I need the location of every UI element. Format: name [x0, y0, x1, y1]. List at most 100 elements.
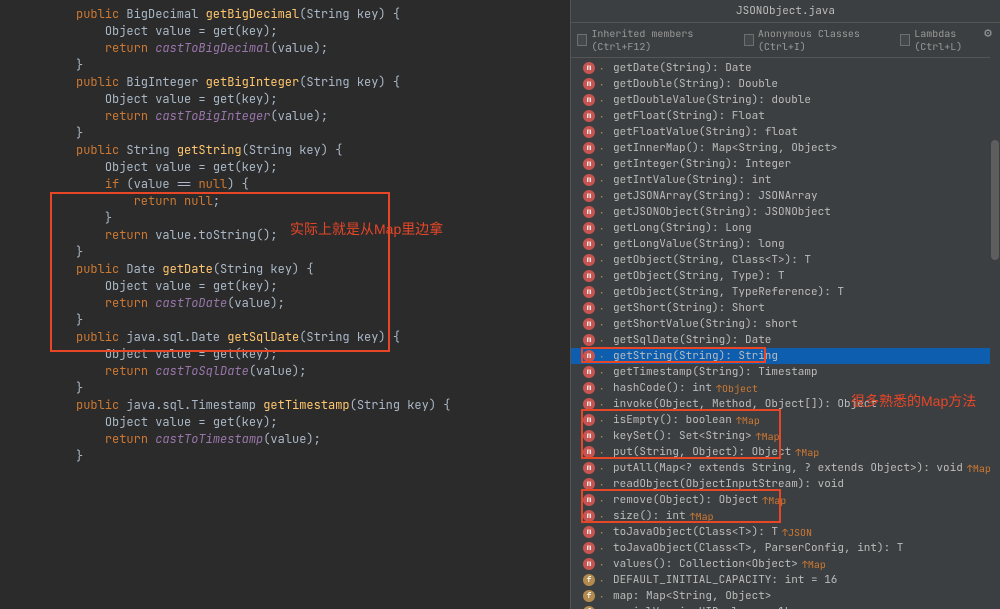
member-name: serialVersionUID: long = 1L — [613, 605, 791, 609]
tree-row[interactable]: ·DEFAULT_INITIAL_CAPACITY: int = 16 — [571, 572, 1000, 588]
code-line[interactable]: } — [6, 448, 570, 465]
tree-row[interactable]: ·readObject(ObjectInputStream): void — [571, 476, 1000, 492]
code-editor[interactable]: public BigDecimal getBigDecimal(String k… — [0, 0, 570, 609]
lock-icon: · — [599, 207, 609, 217]
code-line[interactable]: return value.toString(); — [6, 227, 570, 244]
structure-title: JSONObject.java — [571, 0, 1000, 23]
code-line[interactable]: } — [6, 57, 570, 74]
member-name: getTimestamp(String): Timestamp — [613, 365, 818, 379]
code-line[interactable]: Object value = get(key); — [6, 159, 570, 176]
member-name: getDate(String): Date — [613, 61, 752, 75]
code-line[interactable]: Object value = get(key); — [6, 414, 570, 431]
lock-icon: · — [599, 447, 609, 457]
member-name: getJSONObject(String): JSONObject — [613, 205, 831, 219]
member-name: getJSONArray(String): JSONArray — [613, 189, 818, 203]
method-icon — [583, 270, 595, 282]
tree-row[interactable]: ·toJavaObject(Class<T>): T ↑JSON — [571, 524, 1000, 540]
tree-row[interactable]: ·serialVersionUID: long = 1L — [571, 604, 1000, 609]
tree-row[interactable]: ·getIntValue(String): int — [571, 172, 1000, 188]
tree-row[interactable]: ·getShort(String): Short — [571, 300, 1000, 316]
lock-icon: · — [599, 303, 609, 313]
method-icon — [583, 174, 595, 186]
tree-row[interactable]: ·toJavaObject(Class<T>, ParserConfig, in… — [571, 540, 1000, 556]
method-icon — [583, 254, 595, 266]
code-line[interactable]: Object value = get(key); — [6, 91, 570, 108]
tree-row[interactable]: ·size(): int ↑Map — [571, 508, 1000, 524]
filter-lambdas[interactable]: Lambdas (Ctrl+L) — [900, 27, 994, 53]
tree-row[interactable]: ·getDouble(String): Double — [571, 76, 1000, 92]
tree-row[interactable]: ·getSqlDate(String): Date — [571, 332, 1000, 348]
code-line[interactable]: return null; — [6, 193, 570, 210]
lock-icon: · — [599, 591, 609, 601]
code-line[interactable]: Object value = get(key); — [6, 346, 570, 363]
tree-row[interactable]: ·remove(Object): Object ↑Map — [571, 492, 1000, 508]
member-name: getLongValue(String): long — [613, 237, 785, 251]
tree-row[interactable]: ·getTimestamp(String): Timestamp — [571, 364, 1000, 380]
code-line[interactable]: public java.sql.Timestamp getTimestamp(S… — [6, 397, 570, 414]
tree-row[interactable]: ·getJSONArray(String): JSONArray — [571, 188, 1000, 204]
override-label: ↑Map — [690, 510, 714, 523]
lock-icon: · — [599, 559, 609, 569]
code-line[interactable]: public BigInteger getBigInteger(String k… — [6, 74, 570, 91]
method-icon — [583, 318, 595, 330]
tree-row[interactable]: ·getDoubleValue(String): double — [571, 92, 1000, 108]
member-name: getFloat(String): Float — [613, 109, 765, 123]
lock-icon: · — [599, 383, 609, 393]
method-icon — [583, 62, 595, 74]
tree-row[interactable]: ·getObject(String, TypeReference): T — [571, 284, 1000, 300]
lock-icon: · — [599, 271, 609, 281]
code-line[interactable]: public BigDecimal getBigDecimal(String k… — [6, 6, 570, 23]
tree-row[interactable]: ·put(String, Object): Object ↑Map — [571, 444, 1000, 460]
method-icon — [583, 334, 595, 346]
filter-inherited[interactable]: Inherited members (Ctrl+F12) — [577, 27, 732, 53]
member-name: invoke(Object, Method, Object[]): Object — [613, 397, 877, 411]
tree-row[interactable]: · getJSONObject(String): JSONObject — [571, 204, 1000, 220]
code-line[interactable]: } — [6, 244, 570, 261]
tree-row[interactable]: ·getFloat(String): Float — [571, 108, 1000, 124]
code-line[interactable]: return castToBigInteger(value); — [6, 108, 570, 125]
code-line[interactable]: return castToBigDecimal(value); — [6, 40, 570, 57]
tree-row[interactable]: ·isEmpty(): boolean ↑Map — [571, 412, 1000, 428]
code-line[interactable]: } — [6, 312, 570, 329]
tree-row[interactable]: ·getInnerMap(): Map<String, Object> — [571, 140, 1000, 156]
tree-row[interactable]: ·getFloatValue(String): float — [571, 124, 1000, 140]
field-icon — [583, 574, 595, 586]
method-icon — [583, 478, 595, 490]
tree-row[interactable]: ·getString(String): String — [571, 348, 1000, 364]
member-tree[interactable]: ·getDate(String): Date·getDouble(String)… — [571, 58, 1000, 609]
filter-anonymous[interactable]: Anonymous Classes (Ctrl+I) — [744, 27, 888, 53]
tree-row[interactable]: ·getObject(String, Class<T>): T — [571, 252, 1000, 268]
tree-row[interactable]: ·keySet(): Set<String> ↑Map — [571, 428, 1000, 444]
tree-row[interactable]: ·putAll(Map<? extends String, ? extends … — [571, 460, 1000, 476]
lock-icon: · — [599, 255, 609, 265]
code-line[interactable]: public String getString(String key) { — [6, 142, 570, 159]
code-line[interactable]: return castToDate(value); — [6, 295, 570, 312]
code-line[interactable]: Object value = get(key); — [6, 278, 570, 295]
code-line[interactable]: if (value == null) { — [6, 176, 570, 193]
gear-icon[interactable]: ⚙ — [984, 24, 992, 41]
code-line[interactable]: Object value = get(key); — [6, 23, 570, 40]
override-label: ↑Map — [795, 446, 819, 459]
tree-row[interactable]: ·values(): Collection<Object> ↑Map — [571, 556, 1000, 572]
scrollbar-thumb[interactable] — [991, 140, 999, 260]
code-line[interactable]: } — [6, 210, 570, 227]
tree-row[interactable]: ·getShortValue(String): short — [571, 316, 1000, 332]
code-line[interactable]: return castToSqlDate(value); — [6, 363, 570, 380]
tree-row[interactable]: ·getObject(String, Type): T — [571, 268, 1000, 284]
code-line[interactable]: public java.sql.Date getSqlDate(String k… — [6, 329, 570, 346]
code-line[interactable]: } — [6, 125, 570, 142]
tree-row[interactable]: ·invoke(Object, Method, Object[]): Objec… — [571, 396, 1000, 412]
lock-icon: · — [599, 495, 609, 505]
code-line[interactable]: return castToTimestamp(value); — [6, 431, 570, 448]
tree-row[interactable]: ·getLongValue(String): long — [571, 236, 1000, 252]
tree-row[interactable]: ·map: Map<String, Object> — [571, 588, 1000, 604]
code-line[interactable]: public Date getDate(String key) { — [6, 261, 570, 278]
scrollbar[interactable] — [990, 40, 1000, 609]
lock-icon: · — [599, 479, 609, 489]
code-line[interactable]: } — [6, 380, 570, 397]
tree-row[interactable]: ·getInteger(String): Integer — [571, 156, 1000, 172]
tree-row[interactable]: ·getLong(String): Long — [571, 220, 1000, 236]
tree-row[interactable]: ·getDate(String): Date — [571, 60, 1000, 76]
checkbox-icon — [900, 34, 910, 46]
tree-row[interactable]: ·hashCode(): int ↑Object — [571, 380, 1000, 396]
